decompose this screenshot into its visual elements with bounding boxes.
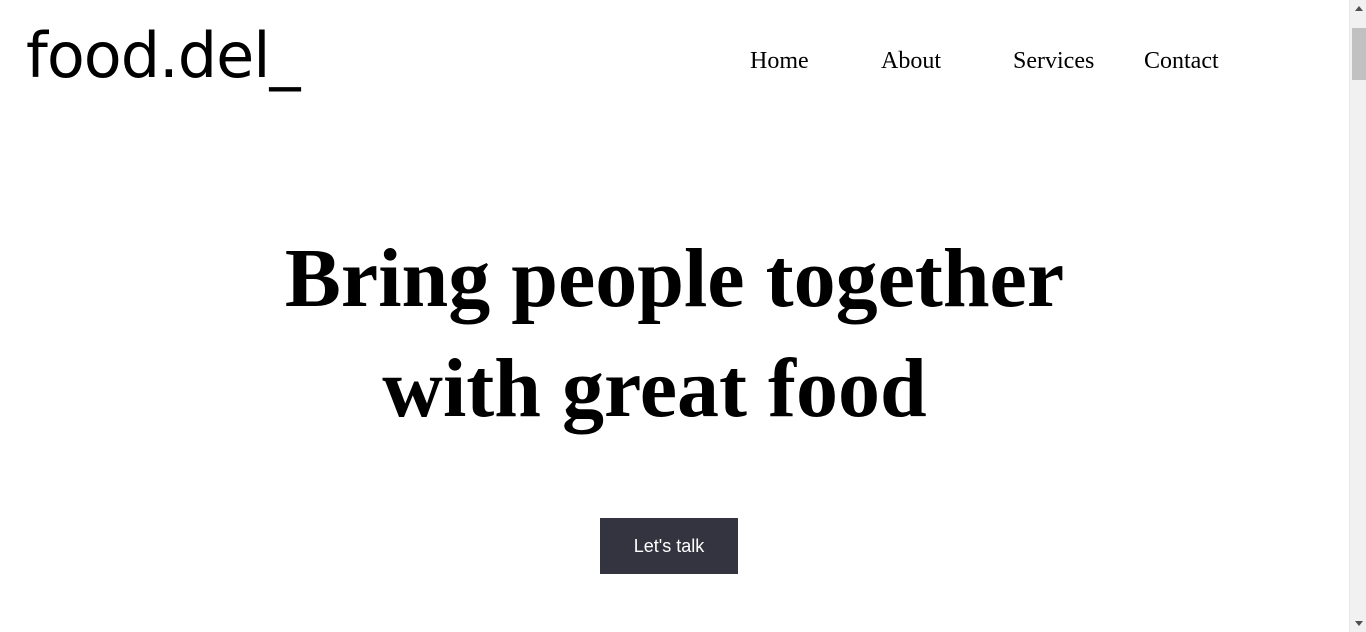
hero-title-line-1: Bring people together bbox=[284, 232, 1065, 325]
main-nav: Home About Services Contact bbox=[0, 46, 1349, 76]
scroll-up-button[interactable] bbox=[1350, 0, 1366, 17]
nav-item-contact[interactable]: Contact bbox=[1144, 46, 1219, 76]
vertical-scrollbar[interactable] bbox=[1349, 0, 1366, 632]
scroll-thumb[interactable] bbox=[1352, 28, 1366, 80]
nav-item-services[interactable]: Services bbox=[1013, 46, 1094, 76]
chevron-up-icon bbox=[1354, 6, 1363, 11]
chevron-down-icon bbox=[1354, 621, 1363, 626]
hero-title: Bring people together with great food bbox=[0, 224, 1349, 444]
page: food.del_ Home About Services Contact Br… bbox=[0, 0, 1349, 632]
nav-item-about[interactable]: About bbox=[881, 46, 941, 76]
hero-title-line-2: with great food bbox=[382, 342, 927, 435]
nav-item-home[interactable]: Home bbox=[750, 46, 809, 76]
lets-talk-button[interactable]: Let's talk bbox=[600, 518, 738, 574]
scroll-down-button[interactable] bbox=[1350, 615, 1366, 632]
